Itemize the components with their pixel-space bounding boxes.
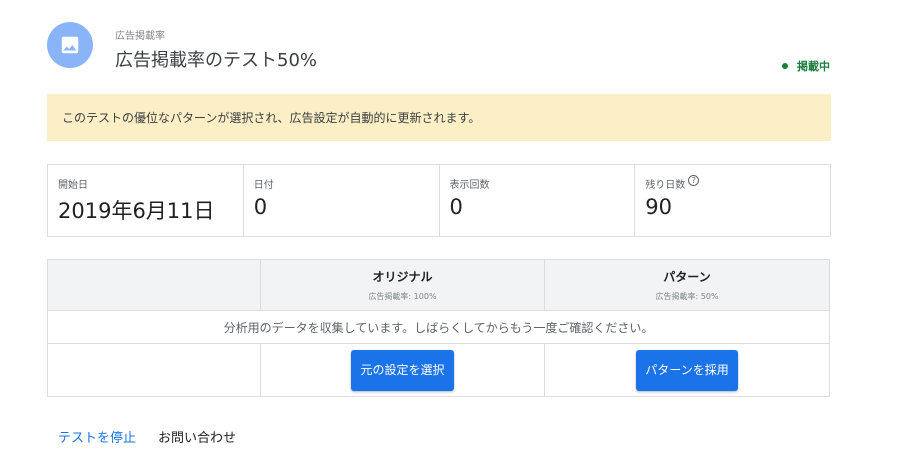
- stat-value: 90: [645, 195, 672, 219]
- image-icon: [47, 22, 93, 68]
- stat-label: 開始日: [58, 179, 88, 191]
- column-sub: 広告掲載率: 50%: [655, 292, 719, 301]
- stat-value: 2019年6月11日: [58, 199, 215, 223]
- original-header: オリジナル 広告掲載率: 100%: [260, 259, 545, 311]
- actions-row: 元の設定を選択 パターンを採用: [47, 343, 830, 397]
- status-badge: 掲載中: [782, 58, 830, 74]
- contact-link[interactable]: お問い合わせ: [158, 427, 236, 446]
- message-row: 分析用のデータを収集しています。しばらくしてからもう一度ご確認ください。: [47, 310, 830, 344]
- column-sub: 広告掲載率: 100%: [368, 292, 437, 301]
- stat-start-date: 開始日 2019年6月11日: [48, 165, 244, 236]
- help-icon[interactable]: ?: [688, 174, 700, 186]
- original-action-cell: 元の設定を選択: [260, 343, 545, 397]
- status-text: 掲載中: [797, 60, 830, 73]
- collecting-data-message: 分析用のデータを収集しています。しばらくしてからもう一度ご確認ください。: [47, 310, 830, 344]
- column-name: パターン: [663, 270, 711, 284]
- stat-value: 0: [449, 195, 463, 219]
- status-dot-icon: [782, 63, 788, 69]
- stat-label: 残り日数: [645, 179, 686, 191]
- stat-impressions: 表示回数 0: [440, 165, 636, 236]
- stat-label: 日付: [253, 179, 274, 191]
- stat-value: 0: [253, 195, 268, 219]
- column-name: オリジナル: [372, 270, 433, 284]
- pattern-action-cell: パターンを採用: [544, 343, 830, 397]
- comparison-header-row: オリジナル 広告掲載率: 100% パターン 広告掲載率: 50%: [47, 259, 830, 311]
- info-banner: このテストの優位なパターンが選択され、広告設定が自動的に更新されます。: [47, 94, 831, 141]
- page-title: 広告掲載率のテスト50%: [115, 50, 318, 71]
- stats-row: 開始日 2019年6月11日 日付 0 表示回数 0 残り日数 ? 90: [47, 164, 831, 237]
- page-subtitle: 広告掲載率: [115, 31, 165, 42]
- stat-days: 日付 0: [244, 165, 440, 236]
- select-original-button[interactable]: 元の設定を選択: [351, 349, 454, 391]
- stat-remaining-days: 残り日数 ? 90: [635, 165, 830, 236]
- footer-links: テストを停止 お問い合わせ: [58, 427, 236, 446]
- comparison-table: オリジナル 広告掲載率: 100% パターン 広告掲載率: 50% 分析用のデー…: [47, 259, 830, 397]
- info-banner-text: このテストの優位なパターンが選択され、広告設定が自動的に更新されます。: [62, 111, 481, 125]
- stat-label-row: 残り日数 ?: [645, 174, 830, 191]
- adopt-pattern-button[interactable]: パターンを採用: [636, 349, 738, 391]
- empty-header-cell: [47, 259, 261, 311]
- stat-label: 表示回数: [449, 179, 490, 191]
- stop-test-link[interactable]: テストを停止: [58, 427, 136, 446]
- empty-action-cell: [47, 343, 261, 397]
- pattern-header: パターン 広告掲載率: 50%: [544, 259, 830, 311]
